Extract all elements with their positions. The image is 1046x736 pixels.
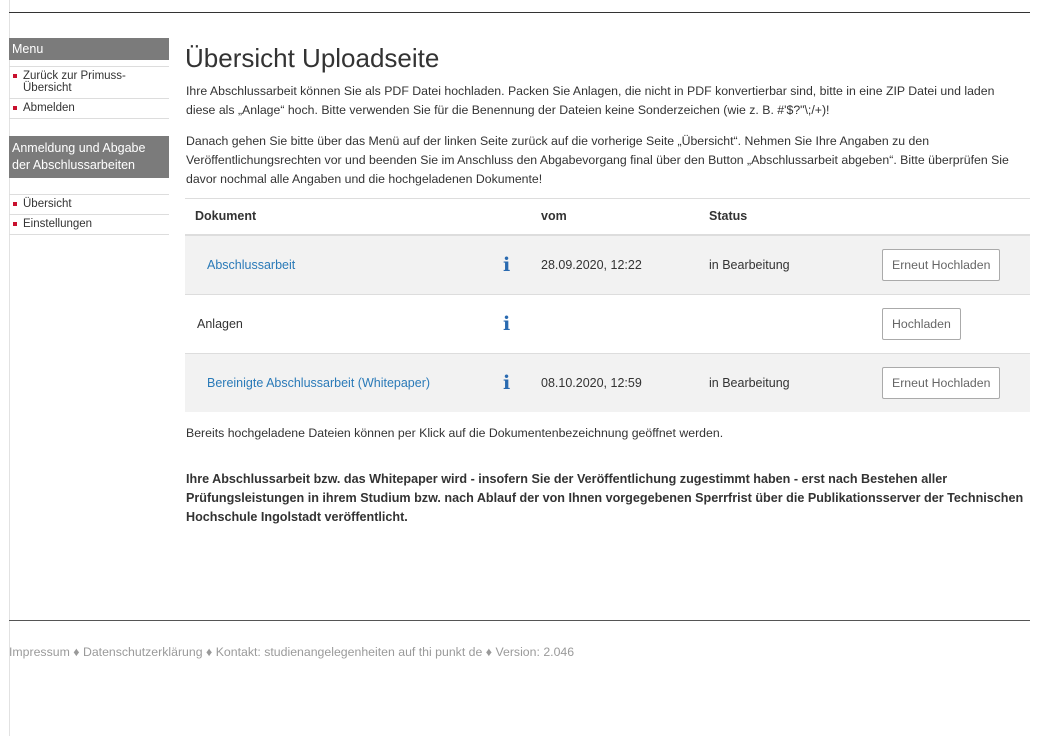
column-header-date: vom <box>531 198 699 236</box>
sidebar-menu-heading: Menu <box>9 38 169 60</box>
sidebar-item-label[interactable]: Übersicht <box>23 198 72 210</box>
table-header-row: Dokument vom Status <box>185 198 1030 236</box>
document-status <box>699 294 872 354</box>
bullet-icon <box>13 74 17 78</box>
document-date <box>531 294 699 354</box>
footer-version: Version: 2.046 <box>495 645 575 659</box>
sidebar-item-back-to-primuss[interactable]: Zurück zur Primuss-Übersicht <box>9 66 169 99</box>
table-row: Anlagen i Hochladen <box>185 294 1030 354</box>
reupload-button[interactable]: Erneut Hochladen <box>882 367 1001 399</box>
column-header-document: Dokument <box>185 198 493 236</box>
main-content: Übersicht Uploadseite Ihre Abschlussarbe… <box>175 38 1030 527</box>
footer-separator: ♦ <box>205 645 213 659</box>
sidebar-item-label[interactable]: Einstellungen <box>23 218 92 230</box>
document-label-anlagen: Anlagen <box>197 317 243 331</box>
column-header-info <box>493 198 531 236</box>
info-icon[interactable]: i <box>503 372 510 394</box>
footer: Impressum ♦ Datenschutzerklärung ♦ Konta… <box>9 645 574 659</box>
sidebar-item-overview[interactable]: Übersicht <box>9 194 169 215</box>
footer-contact: Kontakt: studienangelegenheiten auf thi … <box>215 645 483 659</box>
sidebar: Menu Zurück zur Primuss-Übersicht Abmeld… <box>9 38 169 235</box>
info-icon[interactable]: i <box>503 313 510 335</box>
upload-button[interactable]: Hochladen <box>882 308 961 340</box>
footer-separator: ♦ <box>73 645 80 659</box>
page-title: Übersicht Uploadseite <box>185 43 440 73</box>
next-steps-instructions: Danach gehen Sie bitte über das Menü auf… <box>186 134 1009 186</box>
reupload-button[interactable]: Erneut Hochladen <box>882 249 1001 281</box>
sidebar-item-label[interactable]: Abmelden <box>23 102 75 114</box>
bullet-icon <box>13 222 17 226</box>
sidebar-item-settings[interactable]: Einstellungen <box>9 215 169 235</box>
column-header-status: Status <box>699 198 872 236</box>
document-link-abschlussarbeit[interactable]: Abschlussarbeit <box>195 258 295 272</box>
bullet-icon <box>13 106 17 110</box>
document-date: 28.09.2020, 12:22 <box>531 234 699 295</box>
document-status: in Bearbeitung <box>699 353 872 412</box>
document-status: in Bearbeitung <box>699 234 872 295</box>
bullet-icon <box>13 202 17 206</box>
column-header-action <box>872 198 1030 236</box>
info-icon[interactable]: i <box>503 254 510 276</box>
table-row: Bereinigte Abschlussarbeit (Whitepaper) … <box>185 353 1030 412</box>
footer-privacy-link[interactable]: Datenschutzerklärung <box>83 645 203 659</box>
documents-table: Dokument vom Status Abschlussarbeit i 28… <box>185 198 1030 412</box>
top-divider <box>9 12 1030 13</box>
upload-instructions: Ihre Abschlussarbeit können Sie als PDF … <box>186 84 995 117</box>
sidebar-section-list: Übersicht Einstellungen <box>9 194 169 235</box>
document-date: 08.10.2020, 12:59 <box>531 353 699 412</box>
publication-notice: Ihre Abschlussarbeit bzw. das Whitepaper… <box>186 472 1024 524</box>
footer-separator: ♦ <box>485 645 493 659</box>
open-documents-hint: Bereits hochgeladene Dateien können per … <box>186 426 724 440</box>
sidebar-item-logout[interactable]: Abmelden <box>9 99 169 119</box>
sidebar-menu-list: Zurück zur Primuss-Übersicht Abmelden <box>9 66 169 119</box>
footer-divider <box>9 620 1030 621</box>
footer-impressum-link[interactable]: Impressum <box>9 645 70 659</box>
sidebar-section-heading: Anmeldung und Abgabe der Abschlussarbeit… <box>9 136 169 178</box>
document-link-whitepaper[interactable]: Bereinigte Abschlussarbeit (Whitepaper) <box>195 376 430 390</box>
table-row: Abschlussarbeit i 28.09.2020, 12:22 in B… <box>185 234 1030 295</box>
sidebar-item-label[interactable]: Zurück zur Primuss-Übersicht <box>23 70 126 94</box>
